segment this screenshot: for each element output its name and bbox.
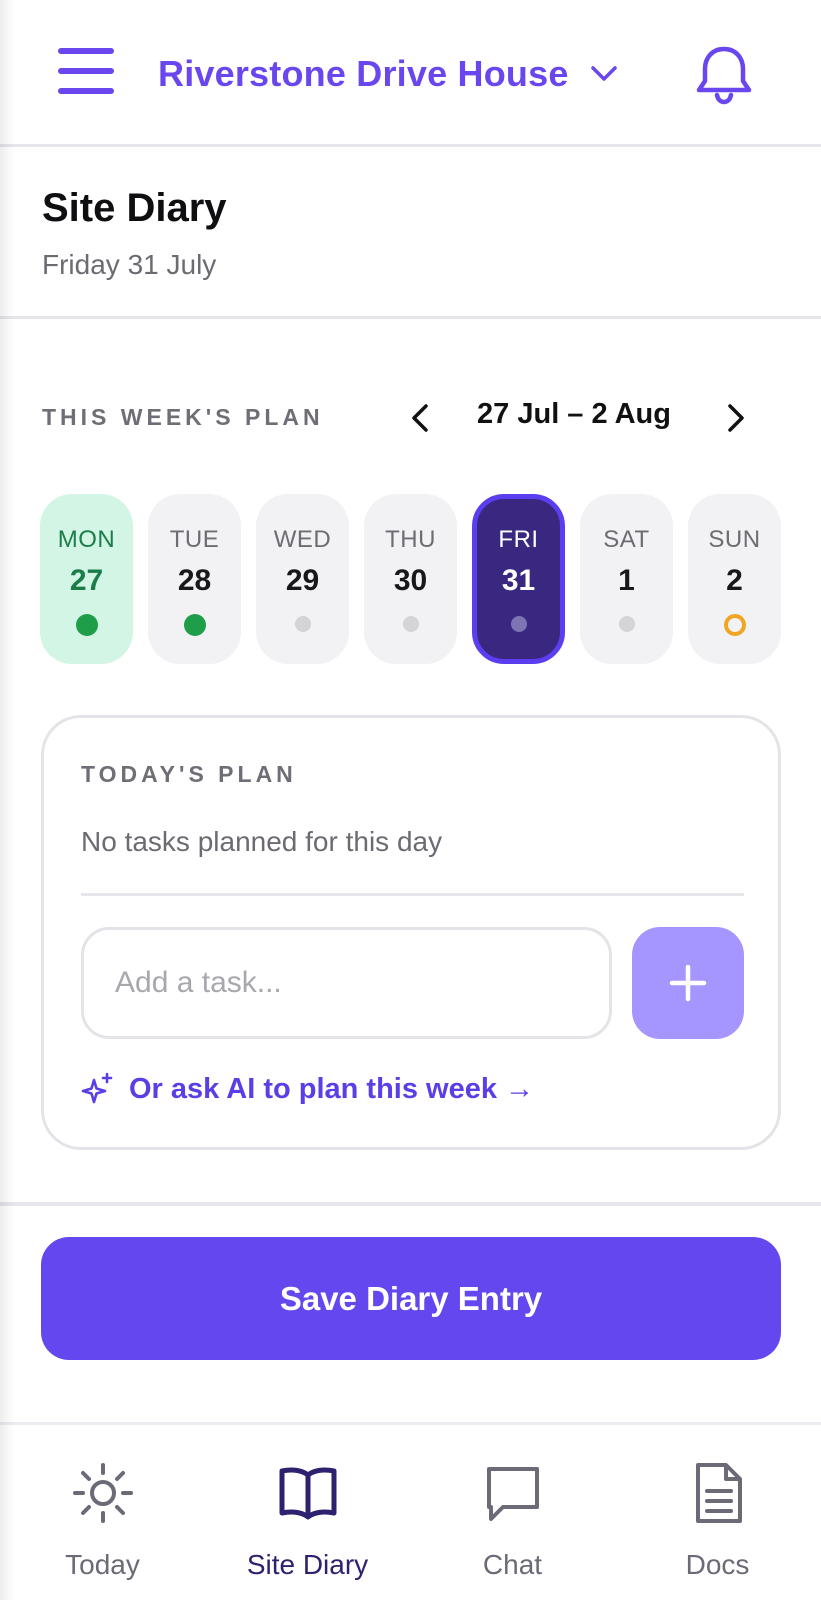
nav-label: Docs: [685, 1549, 750, 1580]
day-name: TUE: [169, 526, 220, 553]
chat-bubble-icon: [486, 1467, 539, 1521]
bottom-nav: Today Site Diary Chat Docs: [0, 1422, 821, 1600]
nav-label: Chat: [482, 1549, 543, 1580]
empty-dot: [402, 616, 419, 632]
day-name: THU: [385, 526, 436, 553]
pending-ring: [723, 614, 746, 636]
empty-state-text: No tasks planned for this day: [81, 826, 443, 857]
empty-dot: [294, 616, 311, 632]
divider: [0, 316, 821, 319]
complete-dot: [183, 614, 206, 636]
page-date: Friday 31 July: [42, 249, 217, 280]
day-thu[interactable]: THU 30: [364, 494, 457, 664]
day-strip: MON 27 TUE 28 WED 29 THU 30 FRI 31 SAT 1…: [40, 494, 781, 664]
day-name: WED: [273, 526, 332, 553]
day-number: 27: [69, 564, 104, 597]
top-bar: Riverstone Drive House: [0, 0, 821, 147]
add-task-button[interactable]: [632, 927, 744, 1039]
hamburger-menu-icon[interactable]: [58, 48, 116, 98]
day-number: 30: [393, 564, 428, 597]
day-name: FRI: [498, 526, 539, 553]
document-icon: [695, 1463, 742, 1523]
week-plan-label: THIS WEEK'S PLAN: [42, 404, 324, 430]
nav-chat[interactable]: Chat: [410, 1425, 615, 1600]
project-switcher[interactable]: Riverstone Drive House: [158, 50, 619, 98]
page-heading: Site Diary Friday 31 July: [42, 186, 227, 281]
day-number: 31: [501, 564, 536, 597]
sun-icon: [72, 1463, 133, 1523]
day-wed[interactable]: WED 29: [256, 494, 349, 664]
day-number: 28: [177, 564, 212, 597]
sparkles-icon: [81, 1072, 113, 1104]
nav-docs[interactable]: Docs: [615, 1425, 820, 1600]
edge-shadow: [0, 0, 14, 1600]
day-number: 1: [618, 564, 635, 597]
nav-site-diary[interactable]: Site Diary: [205, 1425, 410, 1600]
chevron-down-icon: [590, 66, 617, 81]
project-name: Riverstone Drive House: [158, 53, 569, 94]
nav-today[interactable]: Today: [0, 1425, 205, 1600]
day-number: 29: [285, 564, 320, 597]
todays-plan-label: TODAY'S PLAN: [81, 761, 297, 787]
add-task-input[interactable]: [81, 927, 612, 1039]
day-name: SAT: [603, 526, 650, 553]
chevron-left-icon[interactable]: [404, 398, 438, 438]
complete-dot: [75, 614, 98, 636]
ai-plan-link[interactable]: Or ask AI to plan this week →: [81, 1072, 534, 1106]
plus-icon: [669, 964, 707, 1002]
page-title: Site Diary: [42, 186, 227, 230]
save-diary-entry-button[interactable]: Save Diary Entry: [41, 1237, 781, 1360]
bell-icon[interactable]: [694, 44, 754, 106]
empty-dot: [618, 616, 635, 632]
day-sat[interactable]: SAT 1: [580, 494, 673, 664]
day-sun[interactable]: SUN 2: [688, 494, 781, 664]
nav-label: Site Diary: [246, 1549, 369, 1580]
divider: [81, 893, 744, 896]
day-tue[interactable]: TUE 28: [148, 494, 241, 664]
selected-dot: [510, 616, 527, 632]
day-name: SUN: [708, 526, 761, 553]
chevron-right-icon[interactable]: [718, 398, 752, 438]
book-icon: [279, 1467, 336, 1520]
day-name: MON: [57, 526, 116, 553]
day-number: 2: [726, 564, 743, 597]
day-fri[interactable]: FRI 31: [472, 494, 565, 664]
day-mon[interactable]: MON 27: [40, 494, 133, 664]
divider: [0, 1202, 821, 1206]
ai-plan-link-text: Or ask AI to plan this week →: [129, 1072, 535, 1105]
todays-plan-card: TODAY'S PLAN No tasks planned for this d…: [41, 715, 781, 1150]
week-range: 27 Jul – 2 Aug: [477, 398, 671, 430]
nav-label: Today: [65, 1549, 140, 1580]
